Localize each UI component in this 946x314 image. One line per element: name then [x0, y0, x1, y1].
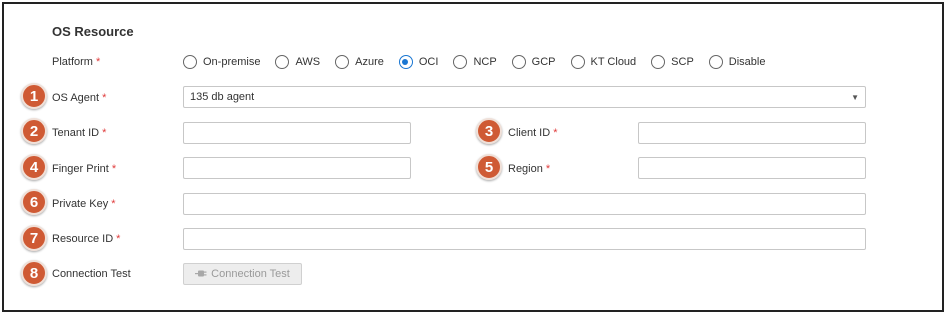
connection-test-button-label: Connection Test	[211, 268, 290, 280]
platform-option-disable[interactable]: Disable	[708, 55, 766, 69]
client-id-label: Client ID *	[508, 127, 557, 139]
connection-test-label: Connection Test	[52, 268, 131, 280]
client-id-label-text: Client ID	[508, 127, 551, 139]
platform-option-kt-cloud[interactable]: KT Cloud	[570, 55, 637, 69]
radio-label: GCP	[531, 56, 556, 68]
radio-button[interactable]	[511, 55, 526, 69]
platform-option-on-premise[interactable]: On-premise	[183, 55, 260, 69]
radio-label: OCI	[418, 56, 439, 68]
step-badge-7: 7	[21, 225, 47, 251]
resource-id-label: Resource ID *	[52, 233, 120, 245]
finger-print-input[interactable]	[183, 157, 411, 179]
radio-button[interactable]	[708, 55, 723, 69]
radio-label: On-premise	[203, 56, 261, 68]
required-mark: *	[111, 198, 116, 210]
step-badge-1: 1	[21, 83, 47, 109]
finger-print-label-text: Finger Print	[52, 163, 109, 175]
platform-option-oci[interactable]: OCI	[398, 55, 439, 69]
platform-option-azure[interactable]: Azure	[335, 55, 384, 69]
os-agent-select[interactable]: 135 db agent ▼	[183, 86, 866, 108]
tenant-id-input[interactable]	[183, 122, 411, 144]
connection-test-button[interactable]: Connection Test	[183, 263, 302, 285]
radio-button[interactable]	[453, 55, 468, 69]
step-badge-5: 5	[476, 154, 502, 180]
step-badge-3: 3	[476, 118, 502, 144]
region-label-text: Region	[508, 163, 543, 175]
private-key-input[interactable]	[183, 193, 866, 215]
caret-down-icon: ▼	[851, 93, 859, 102]
step-badge-6: 6	[21, 189, 47, 215]
radio-button[interactable]	[398, 55, 413, 69]
os-agent-label-text: OS Agent	[52, 92, 100, 104]
platform-label-text: Platform	[52, 56, 93, 68]
platform-option-scp[interactable]: SCP	[651, 55, 694, 69]
private-key-label-text: Private Key	[52, 198, 109, 210]
radio-button[interactable]	[183, 55, 197, 69]
required-mark: *	[102, 92, 107, 104]
required-mark: *	[102, 127, 107, 139]
region-label: Region *	[508, 163, 550, 175]
radio-button[interactable]	[570, 55, 585, 69]
os-agent-selected-value: 135 db agent	[190, 91, 255, 103]
tenant-id-label: Tenant ID *	[52, 127, 106, 139]
os-agent-label: OS Agent *	[52, 92, 106, 104]
radio-label: NCP	[473, 56, 497, 68]
radio-button[interactable]	[275, 55, 290, 69]
platform-label: Platform *	[52, 56, 100, 68]
tenant-id-label-text: Tenant ID	[52, 127, 100, 139]
resource-id-label-text: Resource ID	[52, 233, 114, 245]
platform-option-aws[interactable]: AWS	[275, 55, 320, 69]
client-id-input[interactable]	[638, 122, 866, 144]
resource-id-input[interactable]	[183, 228, 866, 250]
platform-option-gcp[interactable]: GCP	[511, 55, 556, 69]
required-mark: *	[545, 163, 551, 175]
required-mark: *	[553, 127, 558, 139]
private-key-label: Private Key *	[52, 198, 116, 210]
step-badge-2: 2	[21, 118, 47, 144]
step-badge-8: 8	[21, 260, 47, 286]
required-mark: *	[111, 163, 117, 175]
finger-print-label: Finger Print *	[52, 163, 116, 175]
section-title: OS Resource	[52, 24, 134, 39]
radio-label: Disable	[728, 56, 766, 68]
platform-option-ncp[interactable]: NCP	[453, 55, 497, 69]
region-input[interactable]	[638, 157, 866, 179]
required-mark: *	[95, 56, 101, 68]
radio-button[interactable]	[651, 55, 666, 69]
radio-label: KT Cloud	[590, 56, 637, 68]
radio-label: AWS	[295, 56, 321, 68]
plug-icon	[195, 268, 207, 280]
radio-label: Azure	[355, 56, 384, 68]
platform-radio-group: On-premise AWS Azure OCI NCP GCP KT Cloud SCP Di…	[183, 54, 780, 70]
radio-button[interactable]	[335, 55, 350, 69]
step-badge-4: 4	[21, 154, 47, 180]
required-mark: *	[116, 233, 121, 245]
radio-label: SCP	[671, 56, 694, 68]
